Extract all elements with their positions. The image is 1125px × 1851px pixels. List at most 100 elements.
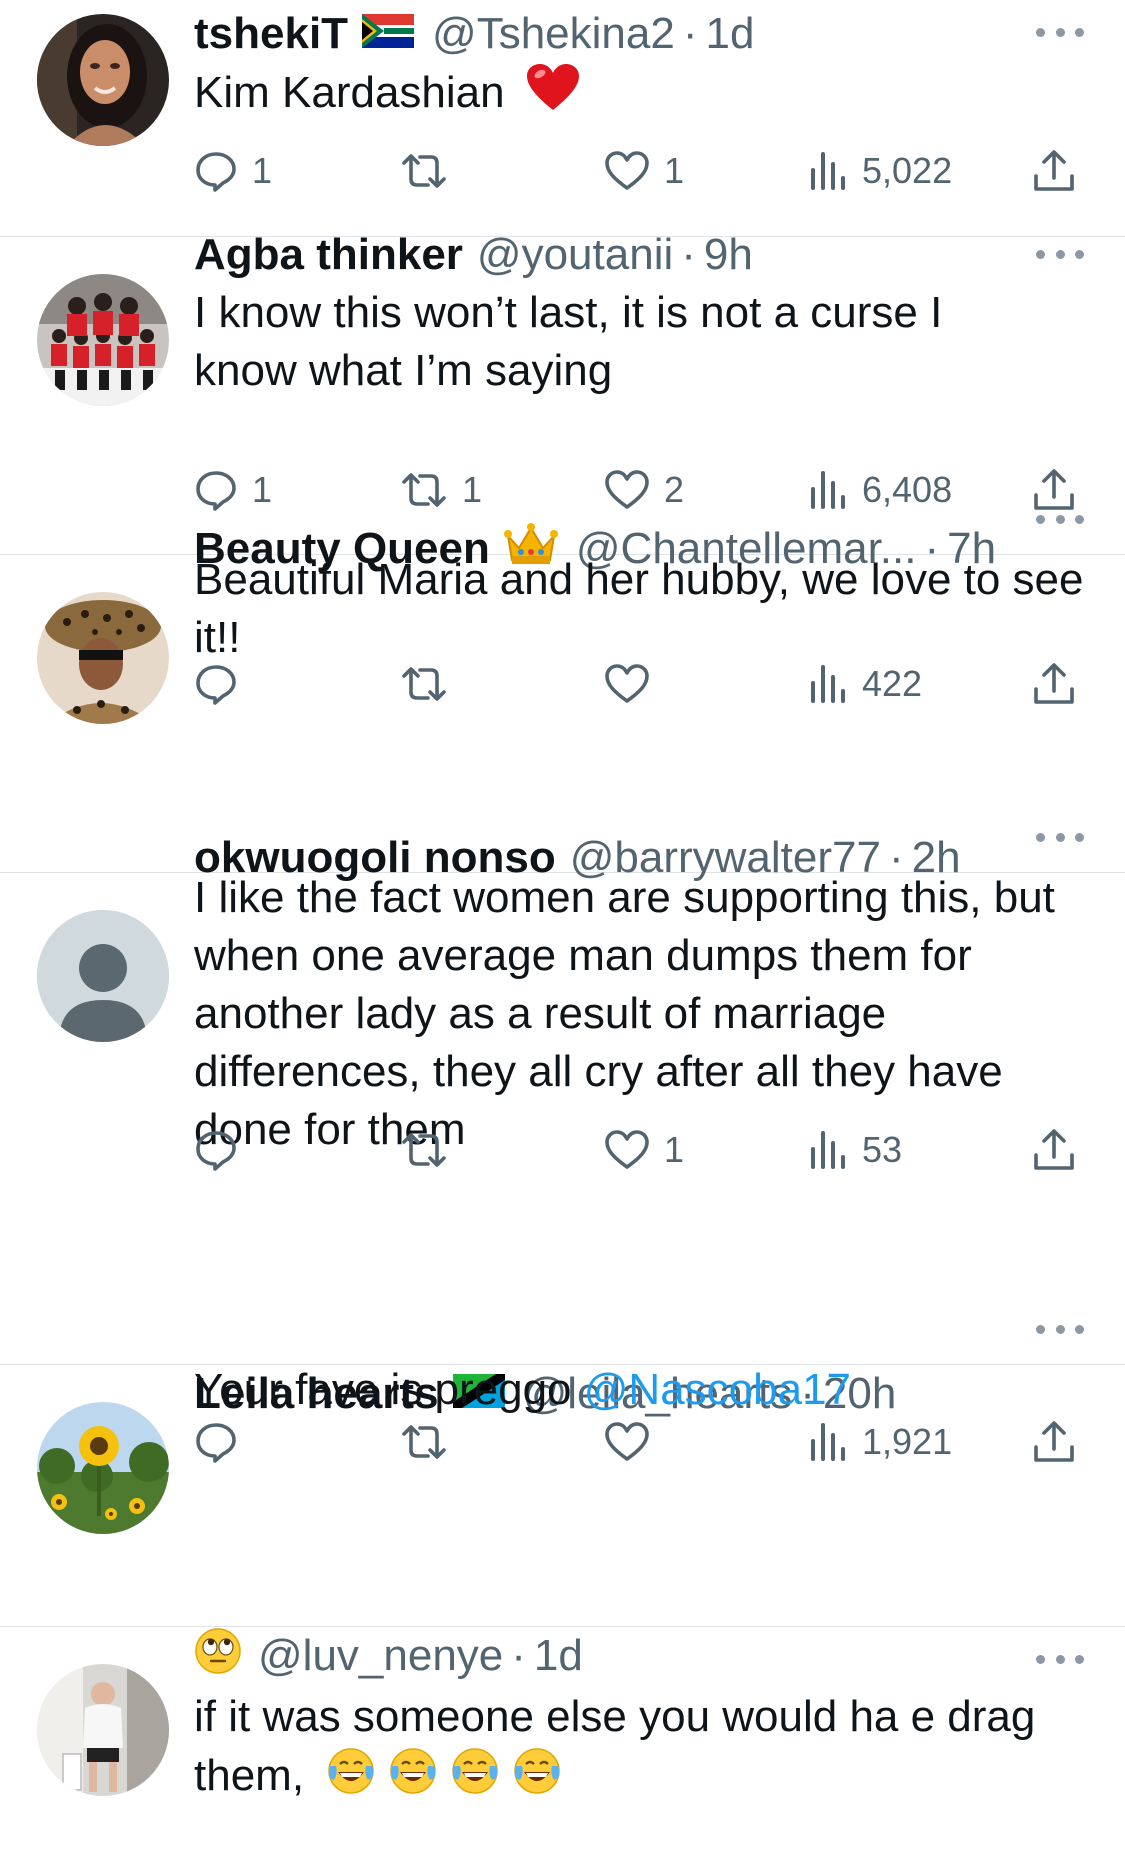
separator: ·: [681, 230, 696, 279]
avatar[interactable]: [37, 1402, 169, 1534]
avatar[interactable]: [37, 910, 169, 1042]
timestamp[interactable]: 1d: [534, 1631, 583, 1681]
avatar[interactable]: [37, 274, 169, 406]
timestamp[interactable]: 9h: [704, 230, 753, 280]
default-avatar-icon: [37, 910, 169, 1042]
dot-icon: [1075, 832, 1084, 842]
comment-count: 1: [252, 150, 273, 191]
like-button[interactable]: [604, 657, 664, 711]
handle[interactable]: @luv_nenye: [258, 1631, 503, 1681]
more-options-button[interactable]: [1036, 22, 1084, 42]
retweet-icon: [402, 1425, 446, 1459]
reply-1[interactable]: tshekiT @Tshekina2 · 1d Kim Kardashian 1…: [0, 0, 1125, 232]
reply-6[interactable]: @luv_nenye · 1d if it was someone else y…: [0, 1627, 1125, 1851]
dot-icon: [1055, 27, 1065, 37]
display-name[interactable]: Agba thinker: [194, 230, 463, 280]
share-button[interactable]: [1032, 657, 1076, 711]
views-button[interactable]: 1,921: [808, 1415, 952, 1469]
dot-icon: [1036, 832, 1045, 842]
like-button[interactable]: 2: [604, 463, 684, 517]
comment-icon: [196, 152, 236, 192]
like-count: 2: [664, 469, 685, 510]
dot-icon: [1075, 249, 1084, 259]
display-name[interactable]: tshekiT: [194, 9, 348, 59]
reply-header: Agba thinker @youtanii · 9h: [194, 225, 753, 285]
heart-icon: [605, 151, 649, 190]
handle[interactable]: @youtanii: [477, 230, 673, 280]
share-button[interactable]: [1032, 1415, 1076, 1469]
comment-icon: [196, 1423, 236, 1463]
reply-4[interactable]: okwuogoli nonso @barrywalter77 · 2h I li…: [0, 832, 1125, 1362]
view-count: 1,921: [862, 1421, 953, 1462]
views-chart-icon: [811, 665, 845, 703]
more-options-button[interactable]: [1036, 509, 1084, 529]
dot-icon: [1036, 1654, 1045, 1664]
reply-text: I like the fact women are supporting thi…: [194, 873, 1055, 1154]
avatar[interactable]: [37, 592, 169, 724]
retweet-button[interactable]: [400, 1123, 462, 1177]
rolling-eyes-emoji-icon: [194, 1627, 242, 1686]
like-button[interactable]: 1: [604, 1123, 684, 1177]
share-button[interactable]: [1032, 1123, 1076, 1177]
retweet-icon: [402, 1133, 446, 1167]
views-button[interactable]: 5,022: [808, 144, 952, 198]
like-button[interactable]: 1: [604, 144, 684, 198]
views-button[interactable]: 53: [808, 1123, 902, 1177]
views-button[interactable]: 6,408: [808, 463, 952, 517]
retweet-button[interactable]: [400, 144, 462, 198]
views-chart-icon: [811, 471, 845, 509]
handle[interactable]: @Tshekina2: [432, 9, 675, 59]
reply-2[interactable]: Agba thinker @youtanii · 9h I know this …: [0, 230, 1125, 552]
avatar[interactable]: [37, 1664, 169, 1796]
more-options-button[interactable]: [1036, 1649, 1084, 1669]
comment-icon: [196, 471, 236, 511]
reply-header: tshekiT @Tshekina2 · 1d: [194, 4, 754, 64]
reply-text: Kim Kardashian: [194, 64, 1094, 127]
laughing-tears-emoji-icon: [326, 1746, 562, 1811]
reply-button[interactable]: 1: [194, 144, 272, 198]
view-count: 422: [862, 663, 923, 704]
avatar[interactable]: [37, 14, 169, 146]
reply-3[interactable]: Beauty Queen @Chantellemar... · 7h Beaut…: [0, 514, 1125, 870]
timestamp[interactable]: 1d: [706, 9, 755, 59]
dot-icon: [1075, 1324, 1084, 1334]
retweet-icon: [402, 473, 446, 507]
reply-button[interactable]: [194, 1123, 252, 1177]
share-icon: [1034, 469, 1074, 510]
share-icon: [1034, 1421, 1074, 1462]
like-button[interactable]: [604, 1415, 664, 1469]
reply-button[interactable]: 1: [194, 463, 272, 517]
views-chart-icon: [811, 152, 845, 190]
share-button[interactable]: [1032, 144, 1076, 198]
more-options-button[interactable]: [1036, 1319, 1084, 1339]
dot-icon: [1075, 514, 1084, 524]
red-heart-emoji-icon: [517, 64, 579, 127]
reply-text: Beautiful Maria and her hubby, we love t…: [194, 555, 1084, 662]
heart-icon: [605, 1422, 649, 1461]
retweet-icon: [402, 667, 446, 701]
heart-icon: [605, 664, 649, 703]
south-africa-flag-icon: [362, 9, 415, 59]
reply-text-content: Kim Kardashian: [194, 68, 505, 118]
reply-text: I know this won’t last, it is not a curs…: [194, 288, 943, 395]
dot-icon: [1036, 1324, 1045, 1334]
share-icon: [1034, 150, 1074, 191]
reply-5[interactable]: Leila hearts @leila_hearts · 20h Your fa…: [0, 1324, 1125, 1624]
retweet-button[interactable]: 1: [400, 463, 482, 517]
reply-button[interactable]: [194, 657, 252, 711]
view-count: 6,408: [862, 469, 953, 510]
like-count: 1: [664, 150, 685, 191]
retweet-button[interactable]: [400, 1415, 462, 1469]
more-options-button[interactable]: [1036, 244, 1084, 264]
retweet-button[interactable]: [400, 657, 462, 711]
reply-button[interactable]: [194, 1415, 252, 1469]
view-count: 53: [862, 1129, 903, 1170]
more-options-button[interactable]: [1036, 827, 1084, 847]
dot-icon: [1075, 1654, 1084, 1664]
dot-icon: [1055, 832, 1065, 842]
comment-icon: [196, 1131, 236, 1171]
mention-link[interactable]: @Nascoba17: [584, 1365, 851, 1414]
dot-icon: [1055, 1324, 1065, 1334]
dot-icon: [1055, 249, 1065, 259]
views-button[interactable]: 422: [808, 657, 922, 711]
